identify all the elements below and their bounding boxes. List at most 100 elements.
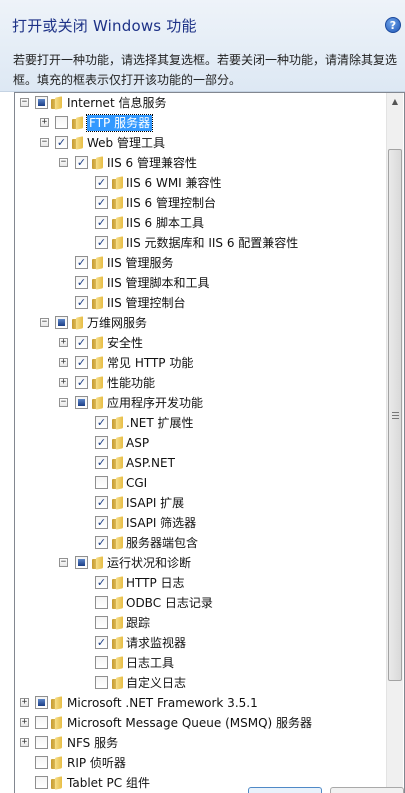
expand-icon[interactable]: + [59, 358, 68, 367]
feature-checkbox[interactable]: ✓ [95, 416, 108, 429]
feature-checkbox[interactable] [95, 596, 108, 609]
tree-item[interactable]: RIP 侦听器 [15, 753, 385, 773]
tree-item[interactable]: + NFS 服务 [15, 733, 385, 753]
feature-checkbox[interactable]: ✓ [75, 356, 88, 369]
feature-checkbox[interactable] [75, 556, 88, 569]
tree-item[interactable]: + ✓ 常见 HTTP 功能 [15, 353, 385, 373]
cancel-button-edge[interactable] [330, 787, 404, 793]
tree-item[interactable]: − ✓ Web 管理工具 [15, 133, 385, 153]
tree-item[interactable]: 日志工具 [15, 653, 385, 673]
feature-checkbox[interactable]: ✓ [95, 196, 108, 209]
feature-checkbox[interactable]: ✓ [55, 136, 68, 149]
tree-item[interactable]: ✓ ISAPI 筛选器 [15, 513, 385, 533]
feature-checkbox[interactable] [35, 696, 48, 709]
folder-icon [50, 756, 63, 770]
tree-item[interactable]: ✓ IIS 管理服务 [15, 253, 385, 273]
tree-item[interactable]: ✓ HTTP 日志 [15, 573, 385, 593]
tree-item[interactable]: − Internet 信息服务 [15, 93, 385, 113]
tree-item[interactable]: ✓ 服务器端包含 [15, 533, 385, 553]
feature-checkbox[interactable]: ✓ [95, 516, 108, 529]
folder-icon [91, 556, 104, 570]
feature-checkbox[interactable]: ✓ [75, 296, 88, 309]
tree-item[interactable]: − 应用程序开发功能 [15, 393, 385, 413]
collapse-icon[interactable]: − [40, 318, 49, 327]
folder-icon [50, 696, 63, 710]
tree-item[interactable]: + Microsoft Message Queue (MSMQ) 服务器 [15, 713, 385, 733]
tree-item[interactable]: ✓ ISAPI 扩展 [15, 493, 385, 513]
tree-item-label: ASP.NET [126, 456, 175, 470]
tree-item[interactable]: − ✓ IIS 6 管理兼容性 [15, 153, 385, 173]
expand-icon[interactable]: + [59, 378, 68, 387]
feature-checkbox[interactable]: ✓ [95, 436, 108, 449]
feature-checkbox[interactable]: ✓ [95, 456, 108, 469]
tree-item[interactable]: + FTP 服务器 [15, 113, 385, 133]
tree-item[interactable]: ✓ 请求监视器 [15, 633, 385, 653]
expand-icon[interactable]: + [20, 738, 29, 747]
feature-checkbox[interactable]: ✓ [95, 536, 108, 549]
feature-checkbox[interactable]: ✓ [95, 216, 108, 229]
help-icon[interactable]: ? [385, 17, 401, 33]
feature-checkbox[interactable]: ✓ [75, 156, 88, 169]
feature-checkbox[interactable] [35, 756, 48, 769]
tree-scrollbar[interactable]: ▲ [386, 93, 403, 793]
tree-item[interactable]: + ✓ 安全性 [15, 333, 385, 353]
feature-checkbox[interactable] [35, 776, 48, 789]
tree-item[interactable]: ✓ IIS 管理脚本和工具 [15, 273, 385, 293]
feature-checkbox[interactable] [95, 616, 108, 629]
feature-checkbox[interactable]: ✓ [95, 496, 108, 509]
feature-checkbox[interactable] [95, 676, 108, 689]
tree-item[interactable]: ODBC 日志记录 [15, 593, 385, 613]
tree-item[interactable]: ✓ ASP.NET [15, 453, 385, 473]
feature-checkbox[interactable]: ✓ [95, 576, 108, 589]
feature-checkbox[interactable] [35, 736, 48, 749]
expand-icon[interactable]: + [40, 118, 49, 127]
tree-item-label: IIS 管理脚本和工具 [107, 276, 210, 290]
tree-item-label: 请求监视器 [126, 636, 187, 650]
feature-checkbox[interactable]: ✓ [75, 376, 88, 389]
feature-checkbox[interactable] [95, 476, 108, 489]
tree-item[interactable]: ✓ IIS 管理控制台 [15, 293, 385, 313]
collapse-icon[interactable]: − [59, 398, 68, 407]
feature-checkbox[interactable] [75, 396, 88, 409]
tree-item[interactable]: ✓ IIS 6 WMI 兼容性 [15, 173, 385, 193]
tree-item[interactable]: CGI [15, 473, 385, 493]
feature-checkbox[interactable]: ✓ [75, 336, 88, 349]
expand-icon[interactable]: + [59, 338, 68, 347]
feature-checkbox[interactable]: ✓ [95, 236, 108, 249]
collapse-icon[interactable]: − [40, 138, 49, 147]
tree-item[interactable]: ✓ IIS 6 脚本工具 [15, 213, 385, 233]
tree-item[interactable]: ✓ ASP [15, 433, 385, 453]
ok-button-edge[interactable] [248, 787, 322, 793]
feature-checkbox[interactable]: ✓ [75, 256, 88, 269]
scroll-up-icon[interactable]: ▲ [387, 93, 403, 110]
tree-item[interactable]: 跟踪 [15, 613, 385, 633]
tree-item[interactable]: ✓ IIS 元数据库和 IIS 6 配置兼容性 [15, 233, 385, 253]
feature-checkbox[interactable] [35, 716, 48, 729]
tree-item[interactable]: 自定义日志 [15, 673, 385, 693]
collapse-icon[interactable]: − [20, 98, 29, 107]
feature-checkbox[interactable]: ✓ [95, 176, 108, 189]
feature-checkbox[interactable] [55, 316, 68, 329]
feature-checkbox[interactable] [95, 656, 108, 669]
folder-icon [71, 136, 84, 150]
collapse-icon[interactable]: − [59, 158, 68, 167]
feature-checkbox[interactable] [55, 116, 68, 129]
feature-checkbox[interactable]: ✓ [75, 276, 88, 289]
tree-item[interactable]: ✓ IIS 6 管理控制台 [15, 193, 385, 213]
folder-icon [91, 396, 104, 410]
collapse-icon[interactable]: − [59, 558, 68, 567]
folder-icon [71, 116, 84, 130]
tree-item[interactable]: ✓ .NET 扩展性 [15, 413, 385, 433]
scroll-thumb[interactable] [388, 149, 402, 681]
tree-item[interactable]: − 万维网服务 [15, 313, 385, 333]
tree-item-label: FTP 服务器 [85, 114, 154, 132]
folder-icon [50, 776, 63, 790]
tree-item[interactable]: − 运行状况和诊断 [15, 553, 385, 573]
tree-item[interactable]: + ✓ 性能功能 [15, 373, 385, 393]
expand-icon[interactable]: + [20, 718, 29, 727]
tree-item[interactable]: + Microsoft .NET Framework 3.5.1 [15, 693, 385, 713]
scroll-grip-icon [392, 412, 399, 419]
feature-checkbox[interactable] [35, 96, 48, 109]
expand-icon[interactable]: + [20, 698, 29, 707]
feature-checkbox[interactable]: ✓ [95, 636, 108, 649]
